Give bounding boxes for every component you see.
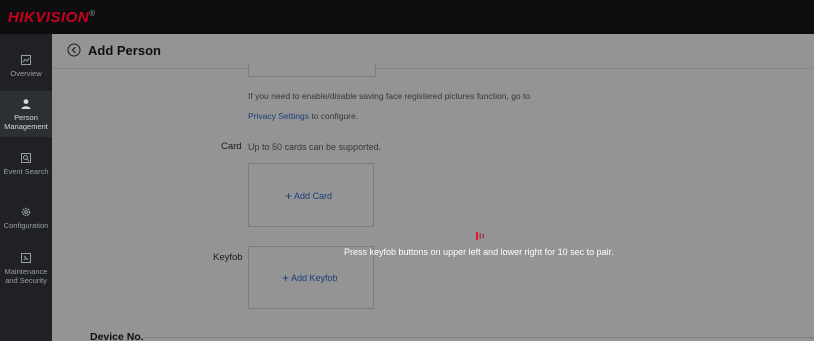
logo-reg-mark: ® [89,9,96,18]
sidebar-item-person-management[interactable]: Person Management [0,91,52,137]
modal-overlay [52,34,814,341]
sidebar-item-event-search[interactable]: Event Search [0,152,52,176]
logo-text: HIKVISION [8,9,90,26]
sidebar-item-label: Person Management [4,113,48,131]
gear-icon [20,206,32,218]
maintenance-icon [20,252,32,264]
event-search-icon [20,152,32,164]
sidebar-item-overview[interactable]: Overview [0,54,52,78]
loading-spinner-icon [475,229,485,241]
sidebar-item-label: Maintenance and Security [4,267,48,285]
sidebar-item-label: Configuration [3,221,49,230]
sidebar: Overview Person Management Event Search … [0,34,52,341]
sidebar-item-label: Event Search [3,167,49,176]
overview-icon [20,54,32,66]
sidebar-item-label: Overview [10,69,42,78]
keyfob-pairing-message: Press keyfob buttons on upper left and l… [344,247,614,257]
top-bar: HIKVISION® [0,0,814,34]
person-icon [20,98,32,110]
hikvision-logo: HIKVISION® [8,9,96,26]
sidebar-item-maintenance-security[interactable]: Maintenance and Security [0,252,52,285]
sidebar-item-configuration[interactable]: Configuration [0,206,52,230]
